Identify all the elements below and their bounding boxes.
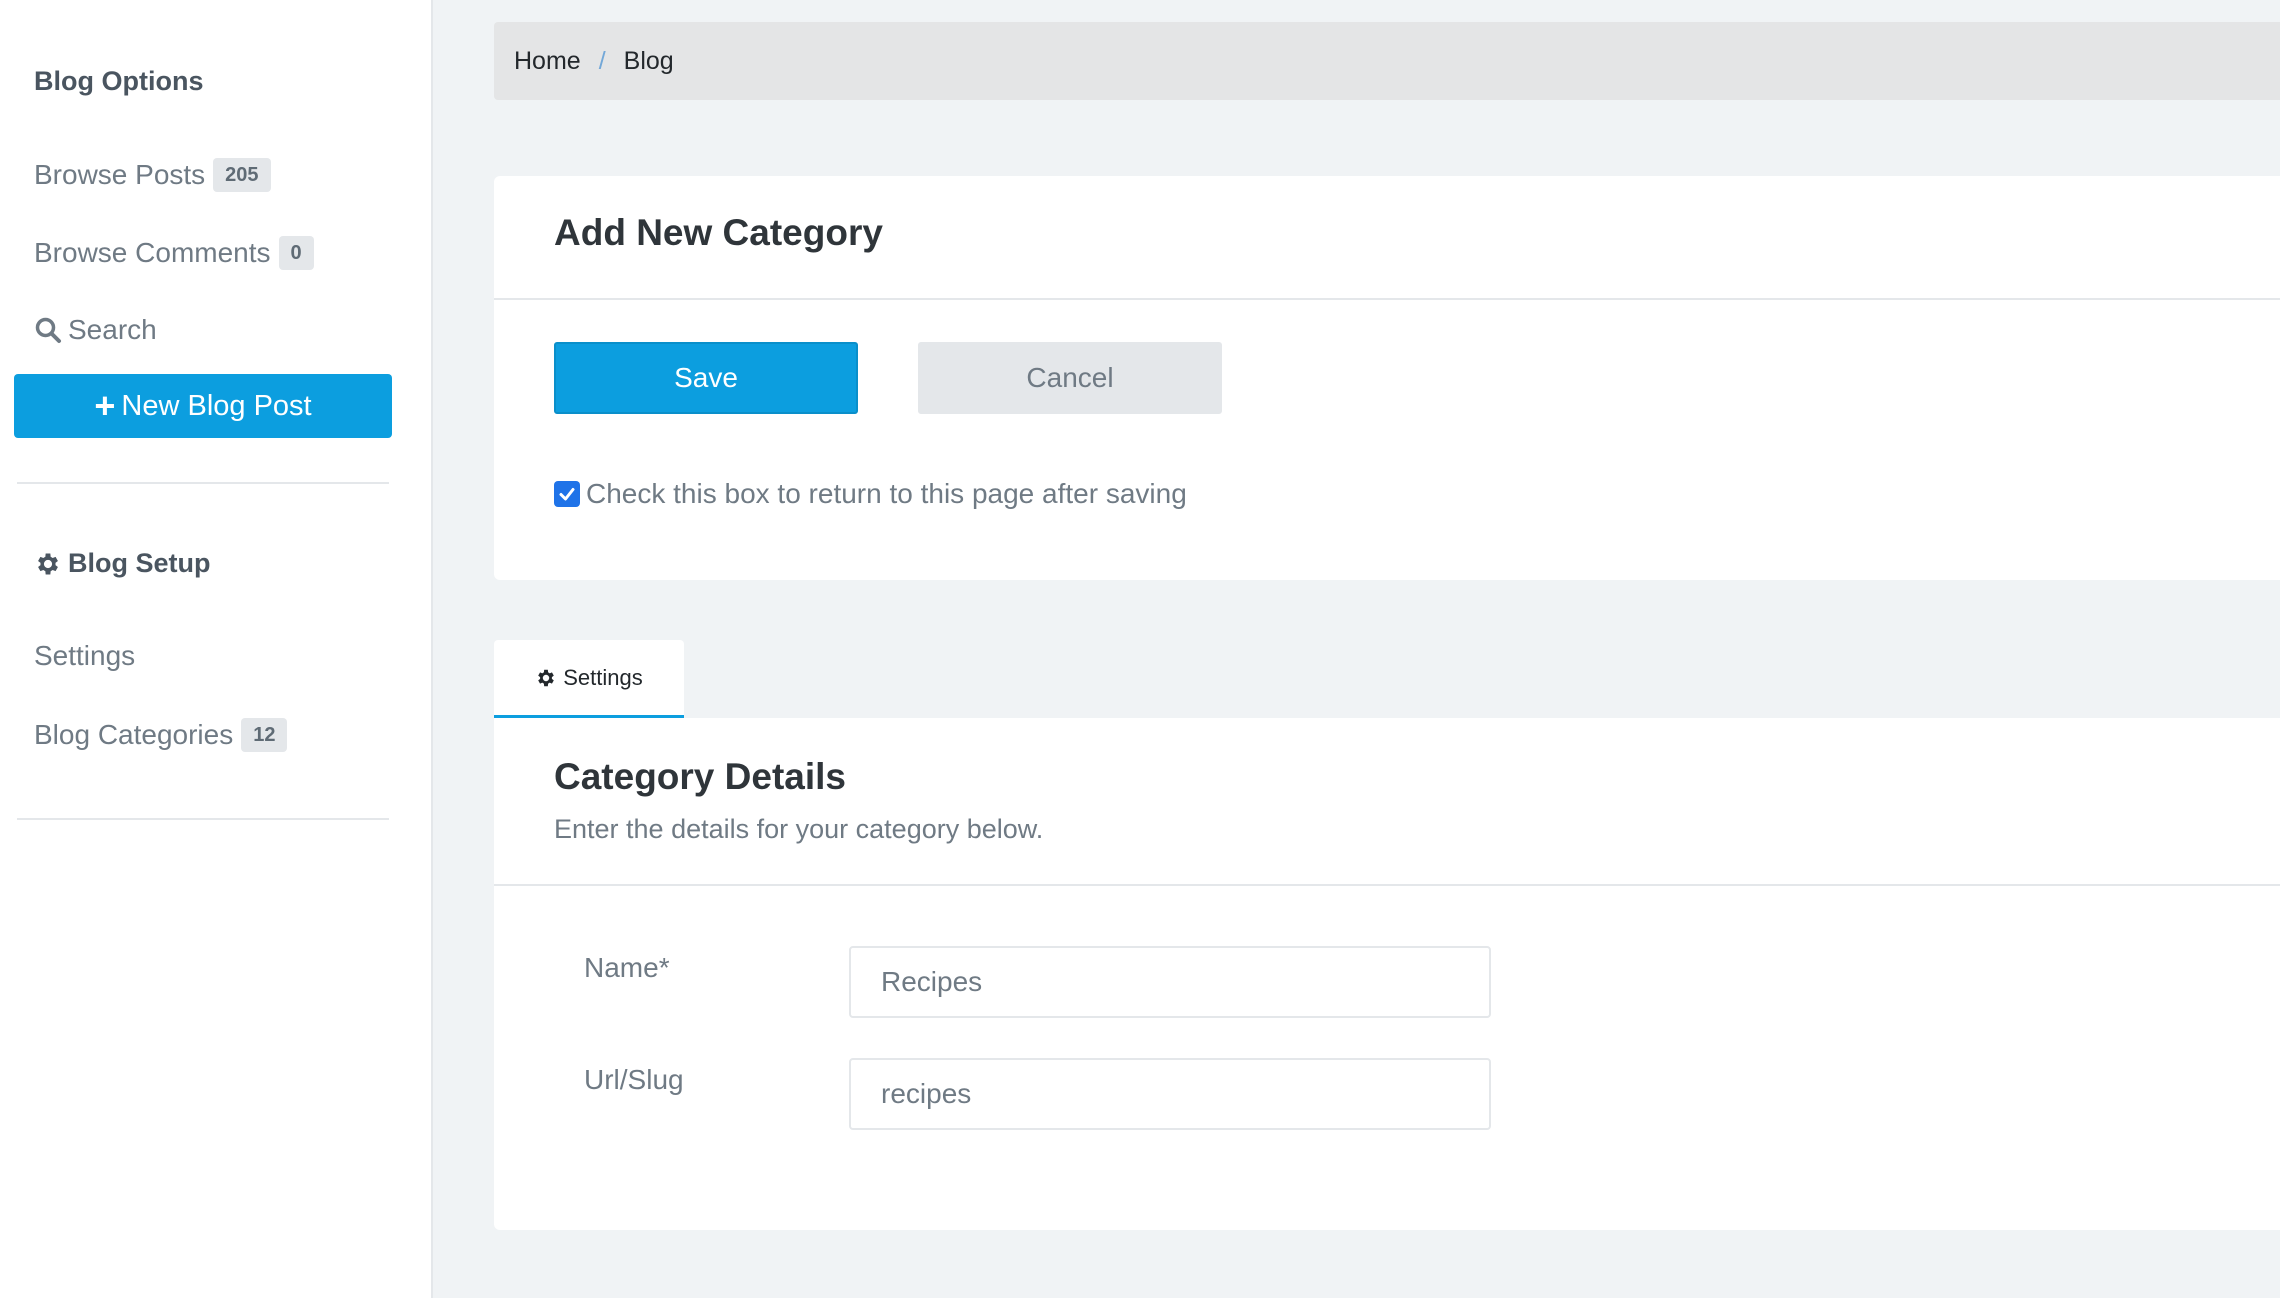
sidebar-item-browse-comments[interactable]: Browse Comments 0 <box>34 236 314 270</box>
sidebar-item-search[interactable]: Search <box>34 314 157 346</box>
count-badge: 0 <box>278 236 314 270</box>
sidebar-divider <box>17 818 389 820</box>
sidebar-item-settings[interactable]: Settings <box>34 640 135 672</box>
sidebar-divider <box>17 482 389 484</box>
sidebar-item-browse-posts[interactable]: Browse Posts 205 <box>34 158 271 192</box>
sidebar-item-label: Search <box>68 314 157 345</box>
new-blog-post-label: New Blog Post <box>121 389 312 422</box>
sidebar: Blog Options Browse Posts 205 Browse Com… <box>0 0 433 1298</box>
name-field-label: Name* <box>584 952 670 983</box>
breadcrumb: Home / Blog <box>494 22 2280 100</box>
sidebar-item-label: Browse Comments <box>34 237 271 268</box>
sidebar-item-label: Blog Categories <box>34 719 234 750</box>
gear-icon <box>38 553 58 574</box>
breadcrumb-home-link[interactable]: Home <box>514 47 581 76</box>
card-divider <box>494 884 2280 886</box>
page-title: Add New Category <box>554 212 883 253</box>
blog-setup-heading: Blog Setup <box>34 548 211 579</box>
section-subtitle: Enter the details for your category belo… <box>554 814 1044 844</box>
sidebar-item-label: Settings <box>34 640 136 671</box>
checkmark-icon <box>559 488 575 501</box>
count-badge: 205 <box>213 158 271 192</box>
new-blog-post-button[interactable]: + New Blog Post <box>14 374 392 438</box>
return-checkbox-row[interactable]: Check this box to return to this page af… <box>554 478 1187 510</box>
blog-options-heading-label: Blog Options <box>34 66 204 96</box>
search-icon <box>35 317 61 343</box>
sidebar-item-label: Browse Posts <box>34 159 206 190</box>
tab-settings[interactable]: Settings <box>494 640 684 718</box>
breadcrumb-separator: / <box>598 46 606 75</box>
save-button[interactable]: Save <box>554 342 858 414</box>
card-divider <box>494 298 2280 300</box>
slug-input[interactable] <box>849 1058 1491 1130</box>
return-checkbox[interactable] <box>554 481 580 507</box>
add-category-card: Add New Category Save Cancel Check this … <box>494 176 2280 580</box>
blog-setup-heading-label: Blog Setup <box>68 548 211 578</box>
sidebar-item-blog-categories[interactable]: Blog Categories 12 <box>34 718 288 752</box>
breadcrumb-blog-link[interactable]: Blog <box>624 47 674 76</box>
blog-options-heading: Blog Options <box>34 66 203 97</box>
count-badge: 12 <box>241 718 288 752</box>
tab-settings-label: Settings <box>563 664 643 690</box>
category-details-card: Category Details Enter the details for y… <box>494 718 2280 1230</box>
section-title: Category Details <box>554 756 846 797</box>
cancel-button[interactable]: Cancel <box>918 342 1222 414</box>
name-input[interactable] <box>849 946 1491 1018</box>
return-checkbox-label: Check this box to return to this page af… <box>586 478 1187 509</box>
slug-field-label: Url/Slug <box>584 1064 684 1095</box>
gear-icon <box>538 669 555 686</box>
plus-icon: + <box>94 385 116 426</box>
